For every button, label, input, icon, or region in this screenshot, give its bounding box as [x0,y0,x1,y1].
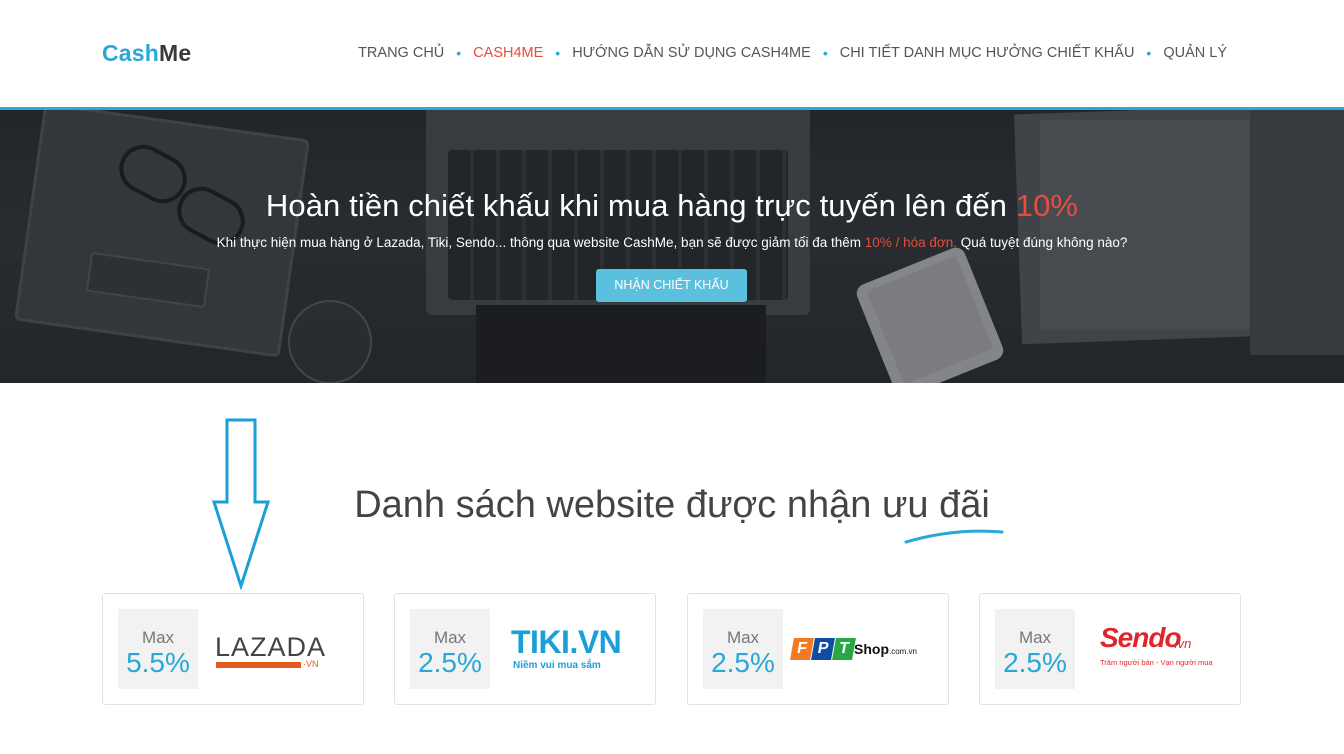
max-percent: 2.5% [1003,647,1067,678]
sendo-suffix: .vn [1174,636,1192,651]
nav-item-cash4me[interactable]: CASH4ME [473,45,543,61]
fpt-letter-t: T [832,638,856,660]
fpt-letter-p: P [811,638,835,660]
logo-part-me: Me [159,40,192,66]
site-logo[interactable]: CashMe [102,40,191,67]
max-label: Max [141,628,175,647]
hero-subtitle-highlight: 10% / hóa đơn. [864,235,957,250]
fpt-shop-wordmark: Shop.com.vn [854,641,917,657]
site-card-lazada[interactable]: Max 5.5% LAZADA ·VN [102,593,364,705]
hero-subtitle-text: Khi thực hiện mua hàng ở Lazada, Tiki, S… [216,235,865,250]
nav-separator: • [456,45,462,61]
max-label: Max [433,628,467,647]
nav-separator: • [1146,45,1152,61]
main-nav: TRANG CHỦ • CASH4ME • HƯỚNG DẪN SỬ DỤNG … [358,45,1227,61]
site-card-fptshop[interactable]: Max 2.5% F P T Shop.com.vn [687,593,949,705]
hero-subtitle-text-end: Quá tuyệt đúng không nào? [956,235,1128,250]
max-label: Max [1018,628,1052,647]
sendo-wordmark: Sendo [1100,622,1182,653]
fptshop-logo: F P T Shop.com.vn [788,614,928,686]
hero-title-highlight: 10% [1015,188,1079,223]
lazada-suffix: ·VN [303,659,319,669]
max-percent: 5.5% [126,647,190,678]
fpt-shop-text: Shop [854,641,889,657]
hero-banner: Hoàn tiền chiết khấu khi mua hàng trực t… [0,110,1344,383]
hero-subtitle: Khi thực hiện mua hàng ở Lazada, Tiki, S… [0,235,1344,250]
tiki-tagline: Niềm vui mua sắm [513,660,601,671]
tiki-wordmark: TIKI.VN [511,624,622,660]
lazada-logo: LAZADA ·VN [211,614,351,686]
fpt-letter-f: F [790,638,814,660]
nav-item-huong-dan[interactable]: HƯỚNG DẪN SỬ DỤNG CASH4ME [572,45,811,61]
nav-item-quan-ly[interactable]: QUẢN LÝ [1163,45,1227,61]
nav-separator: • [555,45,561,61]
sendo-tagline: Trăm người bán - Vạn người mua [1100,658,1213,667]
fpt-shop-suffix: .com.vn [889,647,918,656]
site-header: CashMe TRANG CHỦ • CASH4ME • HƯỚNG DẪN S… [0,0,1344,110]
rate-box: Max 5.5% [118,609,198,689]
title-underline-swoosh [904,529,1004,544]
max-label: Max [726,628,760,647]
section-title: Danh sách website được nhận ưu đãi [354,484,990,526]
nav-item-chi-tiet[interactable]: CHI TIẾT DANH MỤC HƯỞNG CHIẾT KHẤU [840,45,1135,61]
site-card-sendo[interactable]: Max 2.5% Sendo .vn Trăm người bán - Vạn … [979,593,1241,705]
max-percent: 2.5% [711,647,775,678]
lazada-underbar [216,662,301,668]
logo-part-cash: Cash [102,40,160,66]
hero-title-text: Hoàn tiền chiết khấu khi mua hàng trực t… [265,188,1016,223]
rate-box: Max 2.5% [410,609,490,689]
rate-box: Max 2.5% [703,609,783,689]
sendo-logo: Sendo .vn Trăm người bán - Vạn người mua [1088,614,1228,686]
rate-box: Max 2.5% [995,609,1075,689]
site-card-tiki[interactable]: Max 2.5% TIKI.VN Niềm vui mua sắm [394,593,656,705]
tiki-logo: TIKI.VN Niềm vui mua sắm [503,614,643,686]
nav-item-trang-chu[interactable]: TRANG CHỦ [358,45,444,61]
max-percent: 2.5% [418,647,482,678]
get-discount-button[interactable]: NHẬN CHIẾT KHẤU [596,269,747,302]
nav-separator: • [822,45,828,61]
hero-title: Hoàn tiền chiết khấu khi mua hàng trực t… [0,188,1344,224]
